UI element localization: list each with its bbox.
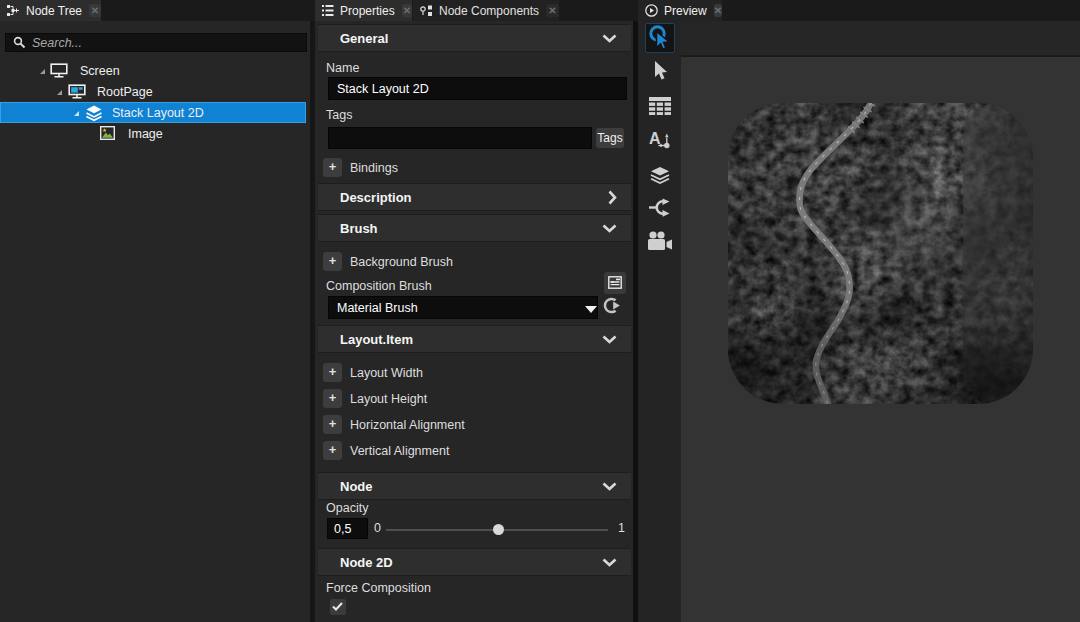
svg-text:A: A [649, 130, 661, 147]
